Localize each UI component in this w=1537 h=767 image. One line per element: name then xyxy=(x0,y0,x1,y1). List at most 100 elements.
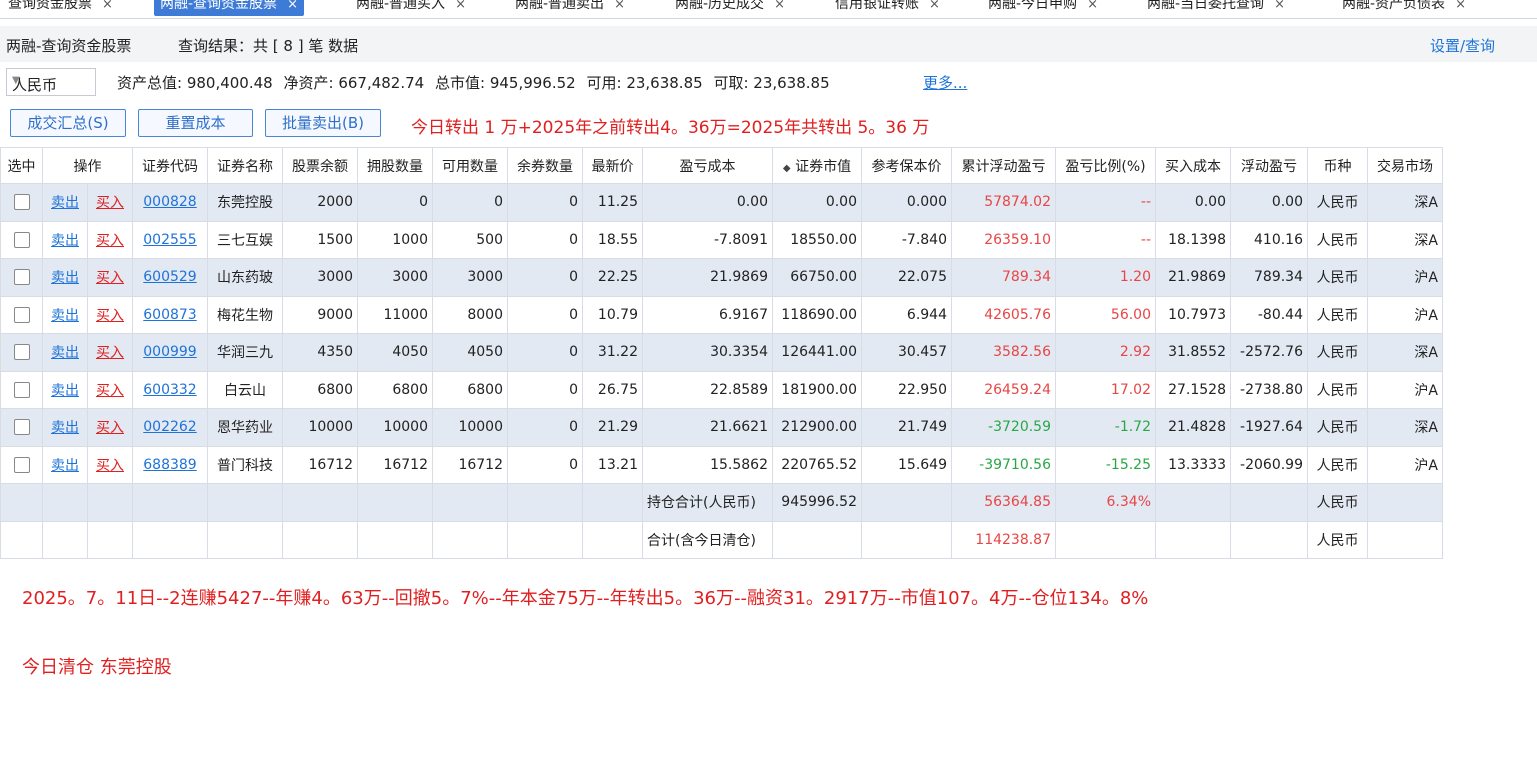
buy-cell[interactable]: 买入 xyxy=(87,333,133,372)
row-checkbox[interactable] xyxy=(13,344,30,361)
tab-7[interactable]: 两融-当日委托查询 × xyxy=(1141,0,1291,16)
row-checkbox-cell[interactable] xyxy=(0,295,43,334)
buy-link[interactable]: 买入 xyxy=(96,195,124,211)
batch-sell-button[interactable]: 批量卖出(B) xyxy=(265,109,381,137)
sell-link[interactable]: 卖出 xyxy=(51,420,79,436)
tab-6[interactable]: 两融-今日申购 × xyxy=(982,0,1104,16)
code-cell[interactable]: 600873 xyxy=(132,295,208,334)
close-icon[interactable]: × xyxy=(287,0,298,12)
sell-link[interactable]: 卖出 xyxy=(51,233,79,249)
table-row[interactable]: 卖出 买入 600332 白云山 6800 6800 6800 0 26.75 22.8589 18… xyxy=(0,370,1443,409)
sell-link[interactable]: 卖出 xyxy=(51,308,79,324)
sell-cell[interactable]: 卖出 xyxy=(42,445,88,484)
column-header-6[interactable]: 拥股数量 xyxy=(357,147,433,184)
sell-cell[interactable]: 卖出 xyxy=(42,258,88,297)
security-code-link[interactable]: 688389 xyxy=(143,457,196,473)
buy-link[interactable]: 买入 xyxy=(96,383,124,399)
buy-link[interactable]: 买入 xyxy=(96,233,124,249)
column-header-0[interactable]: 选中 xyxy=(0,147,43,184)
sell-cell[interactable]: 卖出 xyxy=(42,370,88,409)
close-icon[interactable]: × xyxy=(1087,0,1098,12)
security-code-link[interactable]: 600529 xyxy=(143,269,196,285)
buy-link[interactable]: 买入 xyxy=(96,345,124,361)
sort-icon[interactable]: ◆ xyxy=(783,163,791,174)
security-code-link[interactable]: 000999 xyxy=(143,344,196,360)
code-cell[interactable]: 688389 xyxy=(132,445,208,484)
code-cell[interactable]: 002555 xyxy=(132,220,208,259)
column-header-17[interactable]: 币种 xyxy=(1307,147,1368,184)
buy-cell[interactable]: 买入 xyxy=(87,258,133,297)
table-row[interactable]: 卖出 买入 002262 恩华药业 10000 10000 10000 0 21.29 21.66… xyxy=(0,408,1443,447)
row-checkbox[interactable] xyxy=(13,231,30,248)
buy-link[interactable]: 买入 xyxy=(96,458,124,474)
close-icon[interactable]: × xyxy=(614,0,625,12)
column-header-9[interactable]: 最新价 xyxy=(582,147,643,184)
row-checkbox-cell[interactable] xyxy=(0,408,43,447)
security-code-link[interactable]: 600332 xyxy=(143,382,196,398)
column-header-4[interactable]: 证券名称 xyxy=(207,147,283,184)
sell-link[interactable]: 卖出 xyxy=(51,383,79,399)
tab-0[interactable]: 查询资金股票 × xyxy=(2,0,119,16)
column-header-14[interactable]: 盈亏比例(%) xyxy=(1055,147,1156,184)
row-checkbox[interactable] xyxy=(13,419,30,436)
column-header-11[interactable]: ◆ 证券市值 xyxy=(772,147,862,184)
row-checkbox-cell[interactable] xyxy=(0,333,43,372)
column-header-3[interactable]: 证券代码 xyxy=(132,147,208,184)
buy-link[interactable]: 买入 xyxy=(96,270,124,286)
trade-summary-button[interactable]: 成交汇总(S) xyxy=(10,109,126,137)
table-row[interactable]: 卖出 买入 000999 华润三九 4350 4050 4050 0 31.22 30.3354 1… xyxy=(0,333,1443,372)
close-icon[interactable]: × xyxy=(929,0,940,12)
buy-link[interactable]: 买入 xyxy=(96,308,124,324)
row-checkbox[interactable] xyxy=(13,381,30,398)
more-link[interactable]: 更多... xyxy=(923,72,967,93)
table-row[interactable]: 卖出 买入 000828 东莞控股 2000 0 0 0 11.25 0.00 0.00 0.000 5… xyxy=(0,183,1443,222)
code-cell[interactable]: 000999 xyxy=(132,333,208,372)
column-header-10[interactable]: 盈亏成本 xyxy=(642,147,773,184)
code-cell[interactable]: 002262 xyxy=(132,408,208,447)
sell-cell[interactable]: 卖出 xyxy=(42,295,88,334)
row-checkbox[interactable] xyxy=(13,306,30,323)
code-cell[interactable]: 600529 xyxy=(132,258,208,297)
buy-cell[interactable]: 买入 xyxy=(87,370,133,409)
table-row[interactable]: 卖出 买入 600873 梅花生物 9000 11000 8000 0 10.79 6.9167 1… xyxy=(0,295,1443,334)
column-header-13[interactable]: 累计浮动盈亏 xyxy=(951,147,1056,184)
column-header-15[interactable]: 买入成本 xyxy=(1155,147,1231,184)
tab-2[interactable]: 两融-普通买入 × xyxy=(350,0,472,16)
close-icon[interactable]: × xyxy=(1274,0,1285,12)
settings-query-link[interactable]: 设置/查询 xyxy=(1430,35,1495,56)
tab-5[interactable]: 信用银证转账 × xyxy=(829,0,946,16)
column-header-8[interactable]: 余券数量 xyxy=(507,147,583,184)
sell-link[interactable]: 卖出 xyxy=(51,458,79,474)
sell-link[interactable]: 卖出 xyxy=(51,345,79,361)
security-code-link[interactable]: 600873 xyxy=(143,307,196,323)
reset-cost-button[interactable]: 重置成本 xyxy=(138,109,253,137)
column-header-7[interactable]: 可用数量 xyxy=(432,147,508,184)
close-icon[interactable]: × xyxy=(102,0,113,12)
currency-select[interactable]: 人民币 ▼ xyxy=(6,68,96,96)
tab-1[interactable]: 两融-查询资金股票 × xyxy=(154,0,304,16)
table-row[interactable]: 卖出 买入 688389 普门科技 16712 16712 16712 0 13.21 15.58… xyxy=(0,445,1443,484)
row-checkbox-cell[interactable] xyxy=(0,445,43,484)
code-cell[interactable]: 000828 xyxy=(132,183,208,222)
security-code-link[interactable]: 000828 xyxy=(143,194,196,210)
sell-cell[interactable]: 卖出 xyxy=(42,220,88,259)
row-checkbox-cell[interactable] xyxy=(0,258,43,297)
close-icon[interactable]: × xyxy=(774,0,785,12)
column-header-18[interactable]: 交易市场 xyxy=(1367,147,1443,184)
security-code-link[interactable]: 002555 xyxy=(143,232,196,248)
buy-cell[interactable]: 买入 xyxy=(87,445,133,484)
column-header-1[interactable]: 操作 xyxy=(42,147,133,184)
tab-4[interactable]: 两融-历史成交 × xyxy=(669,0,791,16)
row-checkbox[interactable] xyxy=(13,269,30,286)
close-icon[interactable]: × xyxy=(455,0,466,12)
row-checkbox[interactable] xyxy=(13,194,30,211)
table-row[interactable]: 卖出 买入 002555 三七互娱 1500 1000 500 0 18.55 -7.8091 18… xyxy=(0,220,1443,259)
sell-cell[interactable]: 卖出 xyxy=(42,183,88,222)
sell-link[interactable]: 卖出 xyxy=(51,195,79,211)
tab-3[interactable]: 两融-普通卖出 × xyxy=(509,0,631,16)
tab-8[interactable]: 两融-资产负债表 × xyxy=(1336,0,1472,16)
table-row[interactable]: 卖出 买入 600529 山东药玻 3000 3000 3000 0 22.25 21.9869 6… xyxy=(0,258,1443,297)
sell-cell[interactable]: 卖出 xyxy=(42,408,88,447)
row-checkbox-cell[interactable] xyxy=(0,370,43,409)
code-cell[interactable]: 600332 xyxy=(132,370,208,409)
